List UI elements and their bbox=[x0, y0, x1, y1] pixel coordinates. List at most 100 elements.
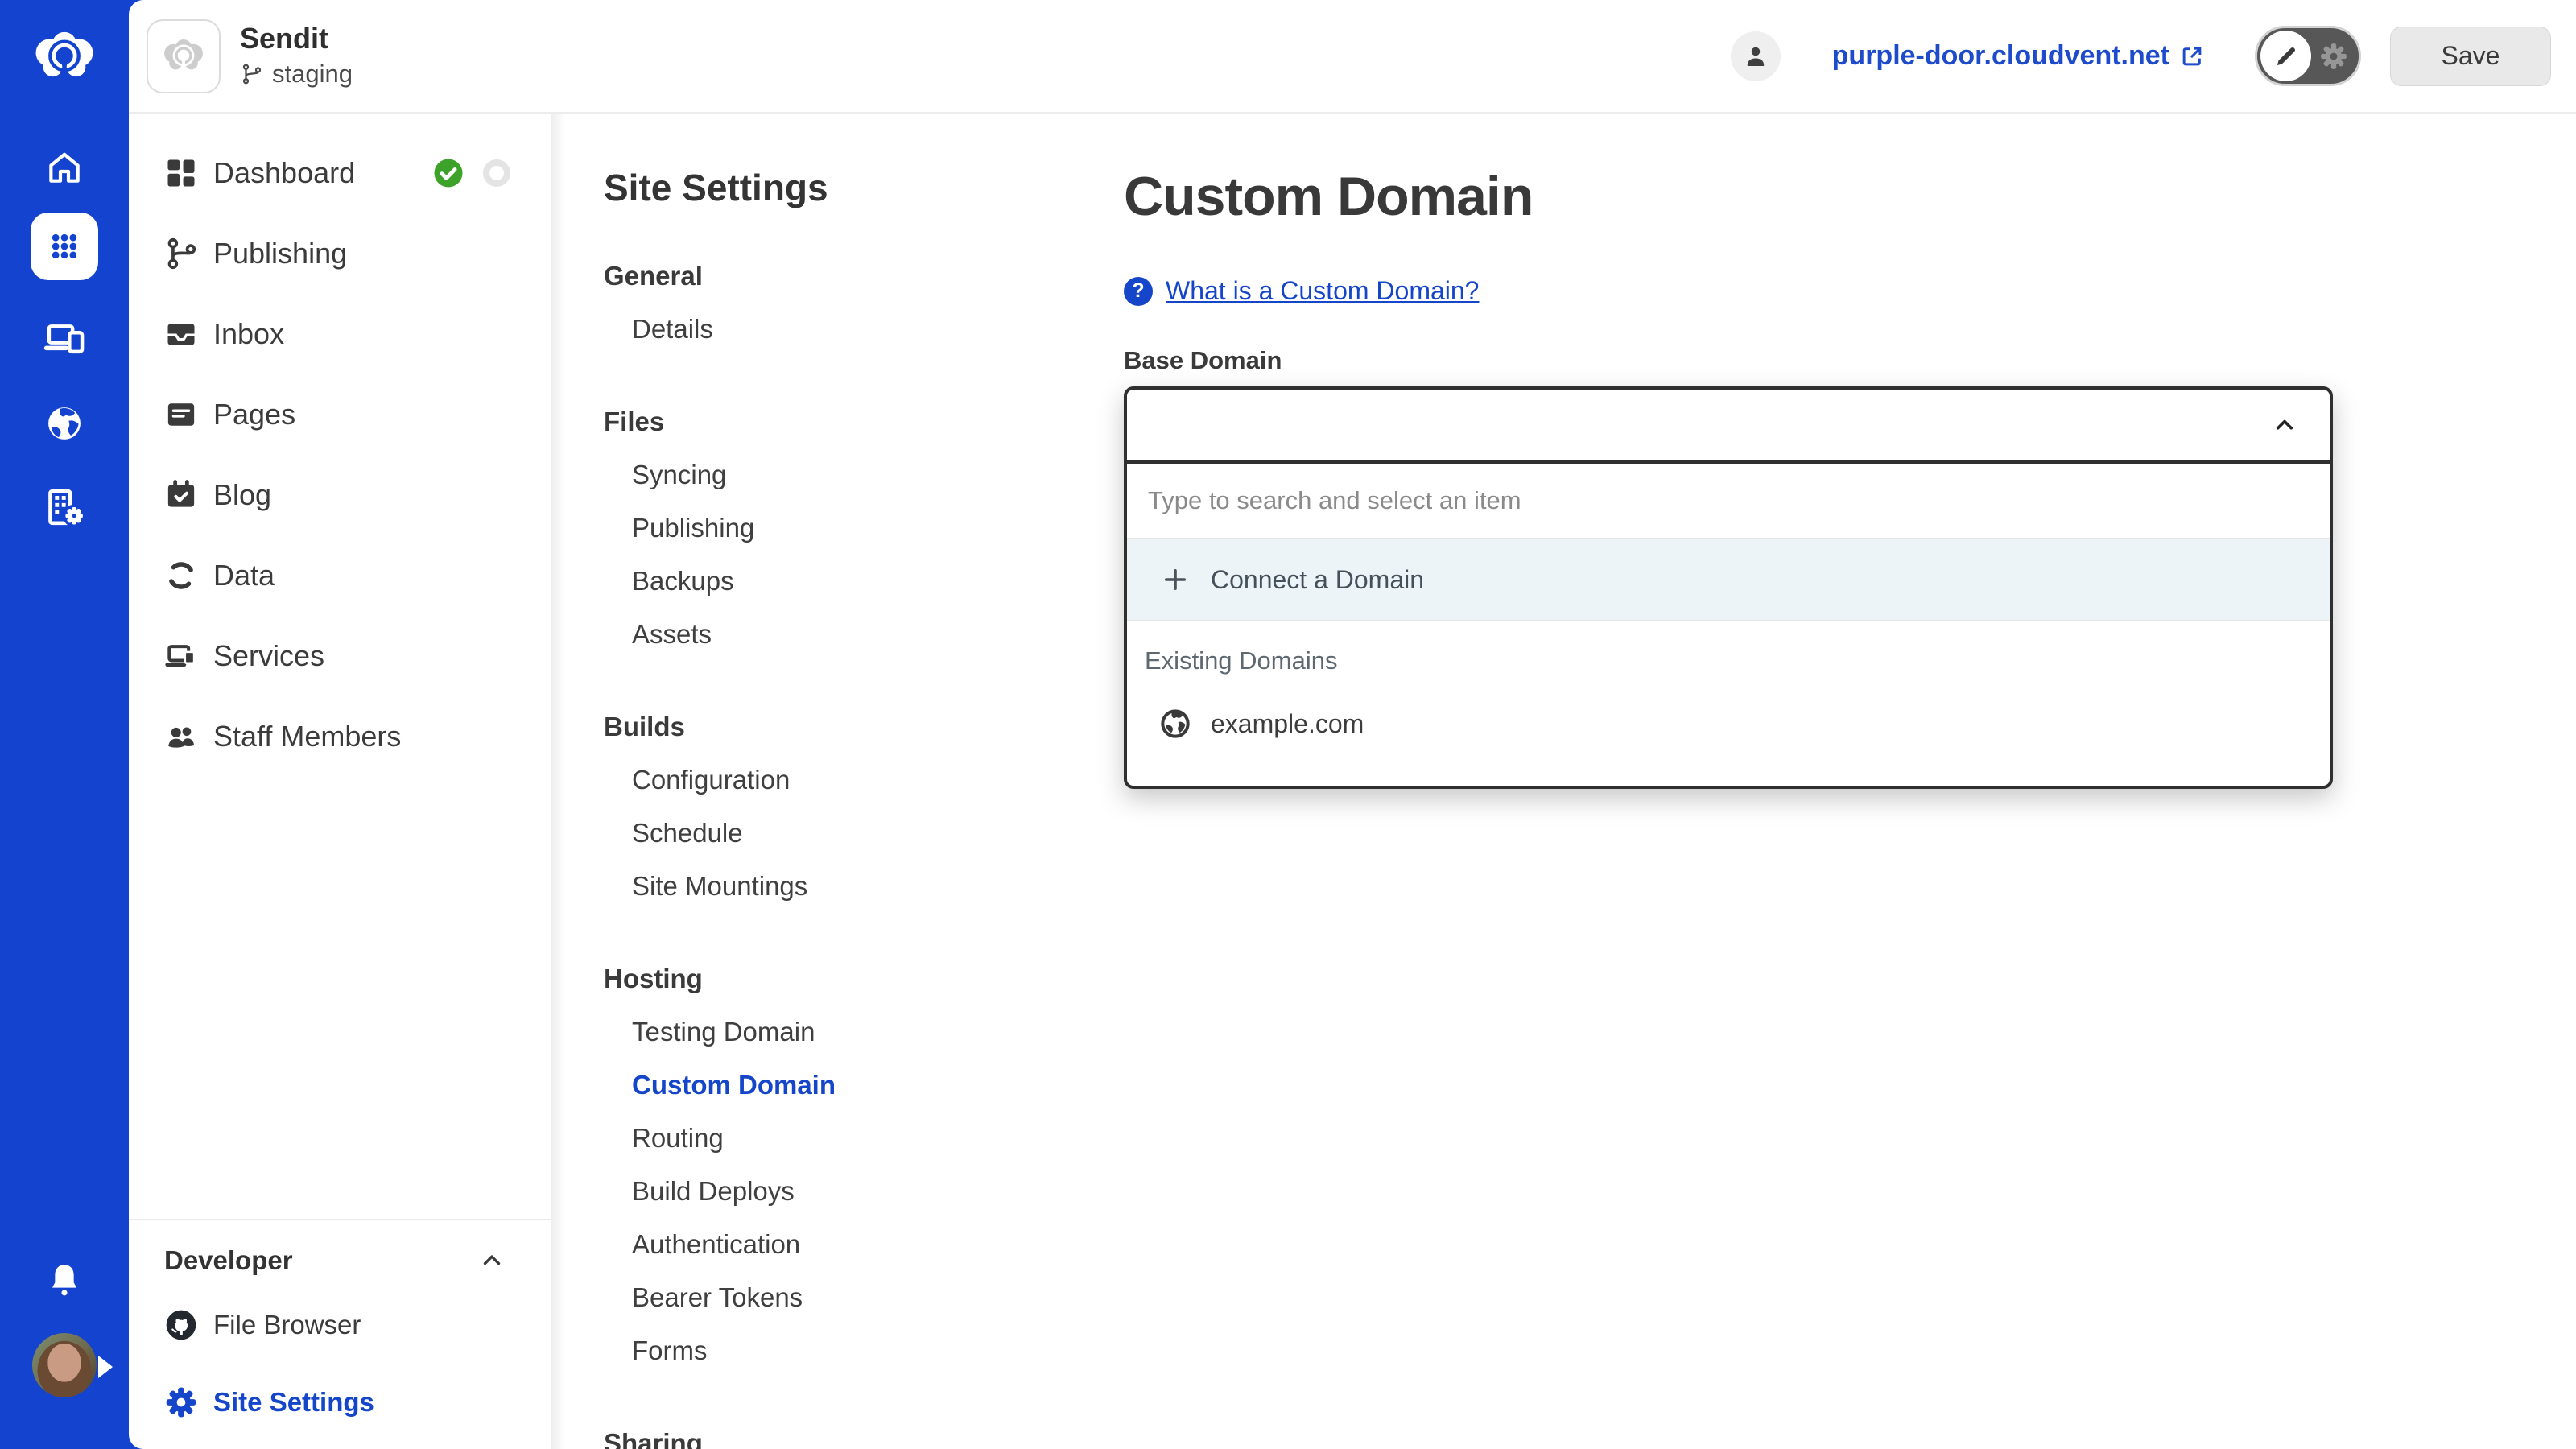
settings-nav: Site Settings General Details Files Sync… bbox=[551, 114, 1063, 1449]
site-name: Sendit bbox=[240, 23, 353, 54]
page-title: Custom Domain bbox=[1124, 165, 2576, 228]
sidebar-item-label: Inbox bbox=[213, 317, 284, 351]
status-check-icon bbox=[431, 156, 465, 190]
data-sync-icon bbox=[163, 558, 199, 593]
settings-group-general: General Details bbox=[604, 250, 1063, 356]
app-window: Sendit staging bbox=[0, 0, 2576, 1449]
sidebar-item-inbox[interactable]: Inbox bbox=[129, 294, 551, 374]
plus-icon bbox=[1161, 565, 1190, 594]
domain-option-label: example.com bbox=[1211, 709, 1364, 739]
main-panel: Sendit staging bbox=[129, 0, 2576, 1449]
organization-icon[interactable] bbox=[0, 485, 129, 530]
site-meta: Sendit staging bbox=[240, 23, 353, 89]
services-icon bbox=[163, 638, 199, 674]
sidebar-item-data[interactable]: Data bbox=[129, 535, 551, 616]
avatar-flyout-arrow-icon[interactable] bbox=[98, 1356, 113, 1378]
settings-item-bearer-tokens[interactable]: Bearer Tokens bbox=[604, 1271, 1063, 1324]
sidebar-item-label: Pages bbox=[213, 398, 295, 431]
external-link-icon bbox=[2179, 43, 2205, 69]
top-bar-actions: purple-door.cloudvent.net bbox=[1731, 26, 2551, 86]
top-bar: Sendit staging bbox=[129, 0, 2576, 114]
chevron-up-icon bbox=[2270, 411, 2299, 440]
home-icon[interactable] bbox=[0, 147, 129, 188]
sidebar-item-staff-members[interactable]: Staff Members bbox=[129, 696, 551, 777]
existing-domains-label: Existing Domains bbox=[1127, 642, 2330, 679]
user-avatar[interactable] bbox=[32, 1333, 97, 1397]
gear-icon[interactable] bbox=[2318, 41, 2349, 72]
settings-item-backups[interactable]: Backups bbox=[604, 555, 1063, 608]
inbox-icon bbox=[163, 316, 199, 352]
devices-icon[interactable] bbox=[0, 317, 129, 359]
body-columns: Dashboard bbox=[129, 114, 2576, 1449]
domain-option-example-com[interactable]: example.com bbox=[1127, 679, 2330, 768]
sidebar-item-dashboard[interactable]: Dashboard bbox=[129, 133, 551, 213]
sidebar-item-label: Publishing bbox=[213, 237, 347, 270]
settings-item-authentication[interactable]: Authentication bbox=[604, 1218, 1063, 1271]
dropdown-panel: Connect a Domain Existing Domains bbox=[1124, 460, 2333, 789]
settings-item-custom-domain[interactable]: Custom Domain bbox=[604, 1059, 1063, 1112]
settings-item-details[interactable]: Details bbox=[604, 303, 1063, 356]
pencil-icon[interactable] bbox=[2260, 31, 2311, 81]
settings-item-forms[interactable]: Forms bbox=[604, 1324, 1063, 1377]
icon-rail bbox=[0, 0, 129, 1449]
account-avatar[interactable] bbox=[1731, 31, 1781, 81]
sidebar-item-label: File Browser bbox=[213, 1310, 361, 1340]
sidebar-item-site-settings[interactable]: Site Settings bbox=[129, 1364, 551, 1441]
sync-status bbox=[431, 156, 510, 190]
developer-section-label: Developer bbox=[164, 1245, 293, 1276]
base-domain-label: Base Domain bbox=[1124, 346, 2576, 375]
gear-icon bbox=[163, 1385, 199, 1420]
dropdown-search-row bbox=[1127, 464, 2330, 539]
git-branch-icon bbox=[240, 62, 264, 86]
preview-url[interactable]: purple-door.cloudvent.net bbox=[1832, 40, 2205, 72]
help-row: ? What is a Custom Domain? bbox=[1124, 276, 2576, 306]
blog-calendar-icon bbox=[163, 477, 199, 513]
apps-grid-icon-active[interactable] bbox=[31, 213, 98, 280]
sidebar-item-label: Dashboard bbox=[213, 156, 355, 190]
base-domain-select[interactable] bbox=[1124, 386, 2333, 464]
settings-group-label: Files bbox=[604, 395, 1063, 448]
settings-group-label: General bbox=[604, 250, 1063, 303]
notifications-bell-icon[interactable] bbox=[0, 1259, 129, 1301]
base-domain-dropdown: Connect a Domain Existing Domains bbox=[1124, 386, 2333, 789]
globe-icon[interactable] bbox=[0, 402, 129, 444]
sidebar-item-publishing[interactable]: Publishing bbox=[129, 213, 551, 294]
settings-item-syncing[interactable]: Syncing bbox=[604, 448, 1063, 502]
help-link[interactable]: What is a Custom Domain? bbox=[1166, 276, 1479, 306]
status-ring-icon bbox=[483, 159, 510, 187]
settings-item-routing[interactable]: Routing bbox=[604, 1112, 1063, 1165]
sidebar-item-pages[interactable]: Pages bbox=[129, 374, 551, 455]
site-logo-icon[interactable] bbox=[147, 19, 221, 93]
sidebar-item-file-browser[interactable]: File Browser bbox=[129, 1286, 551, 1364]
github-icon bbox=[163, 1307, 199, 1343]
settings-item-build-deploys[interactable]: Build Deploys bbox=[604, 1165, 1063, 1218]
sidebar-item-services[interactable]: Services bbox=[129, 616, 551, 696]
settings-group-files: Files Syncing Publishing Backups Assets bbox=[604, 395, 1063, 661]
developer-section: Developer File Bro bbox=[129, 1219, 551, 1449]
settings-group-hosting: Hosting Testing Domain Custom Domain Rou… bbox=[604, 952, 1063, 1377]
preview-url-link[interactable]: purple-door.cloudvent.net bbox=[1832, 40, 2169, 72]
dashboard-icon bbox=[163, 155, 199, 191]
edit-settings-mode-toggle[interactable] bbox=[2255, 26, 2361, 86]
pages-icon bbox=[163, 397, 199, 432]
sidebar-item-blog[interactable]: Blog bbox=[129, 455, 551, 535]
settings-item-configuration[interactable]: Configuration bbox=[604, 753, 1063, 807]
settings-item-site-mountings[interactable]: Site Mountings bbox=[604, 860, 1063, 913]
settings-item-schedule[interactable]: Schedule bbox=[604, 807, 1063, 860]
question-circle-icon: ? bbox=[1124, 277, 1153, 306]
settings-item-assets[interactable]: Assets bbox=[604, 608, 1063, 661]
connect-a-domain-option[interactable]: Connect a Domain bbox=[1127, 539, 2330, 621]
chevron-up-icon bbox=[478, 1247, 506, 1274]
developer-section-header[interactable]: Developer bbox=[129, 1235, 551, 1286]
sidebar-item-label: Blog bbox=[213, 478, 271, 512]
settings-item-testing-domain[interactable]: Testing Domain bbox=[604, 1005, 1063, 1059]
branch-name: staging bbox=[272, 60, 353, 89]
save-button[interactable]: Save bbox=[2390, 27, 2551, 86]
dropdown-search-input[interactable] bbox=[1146, 485, 2310, 516]
cloudcannon-logo-icon[interactable] bbox=[0, 23, 129, 92]
settings-group-label: Hosting bbox=[604, 952, 1063, 1005]
settings-item-publishing[interactable]: Publishing bbox=[604, 502, 1063, 555]
publishing-icon bbox=[163, 236, 199, 271]
settings-group-builds: Builds Configuration Schedule Site Mount… bbox=[604, 700, 1063, 913]
main-content: Custom Domain ? What is a Custom Domain?… bbox=[1063, 114, 2576, 1449]
